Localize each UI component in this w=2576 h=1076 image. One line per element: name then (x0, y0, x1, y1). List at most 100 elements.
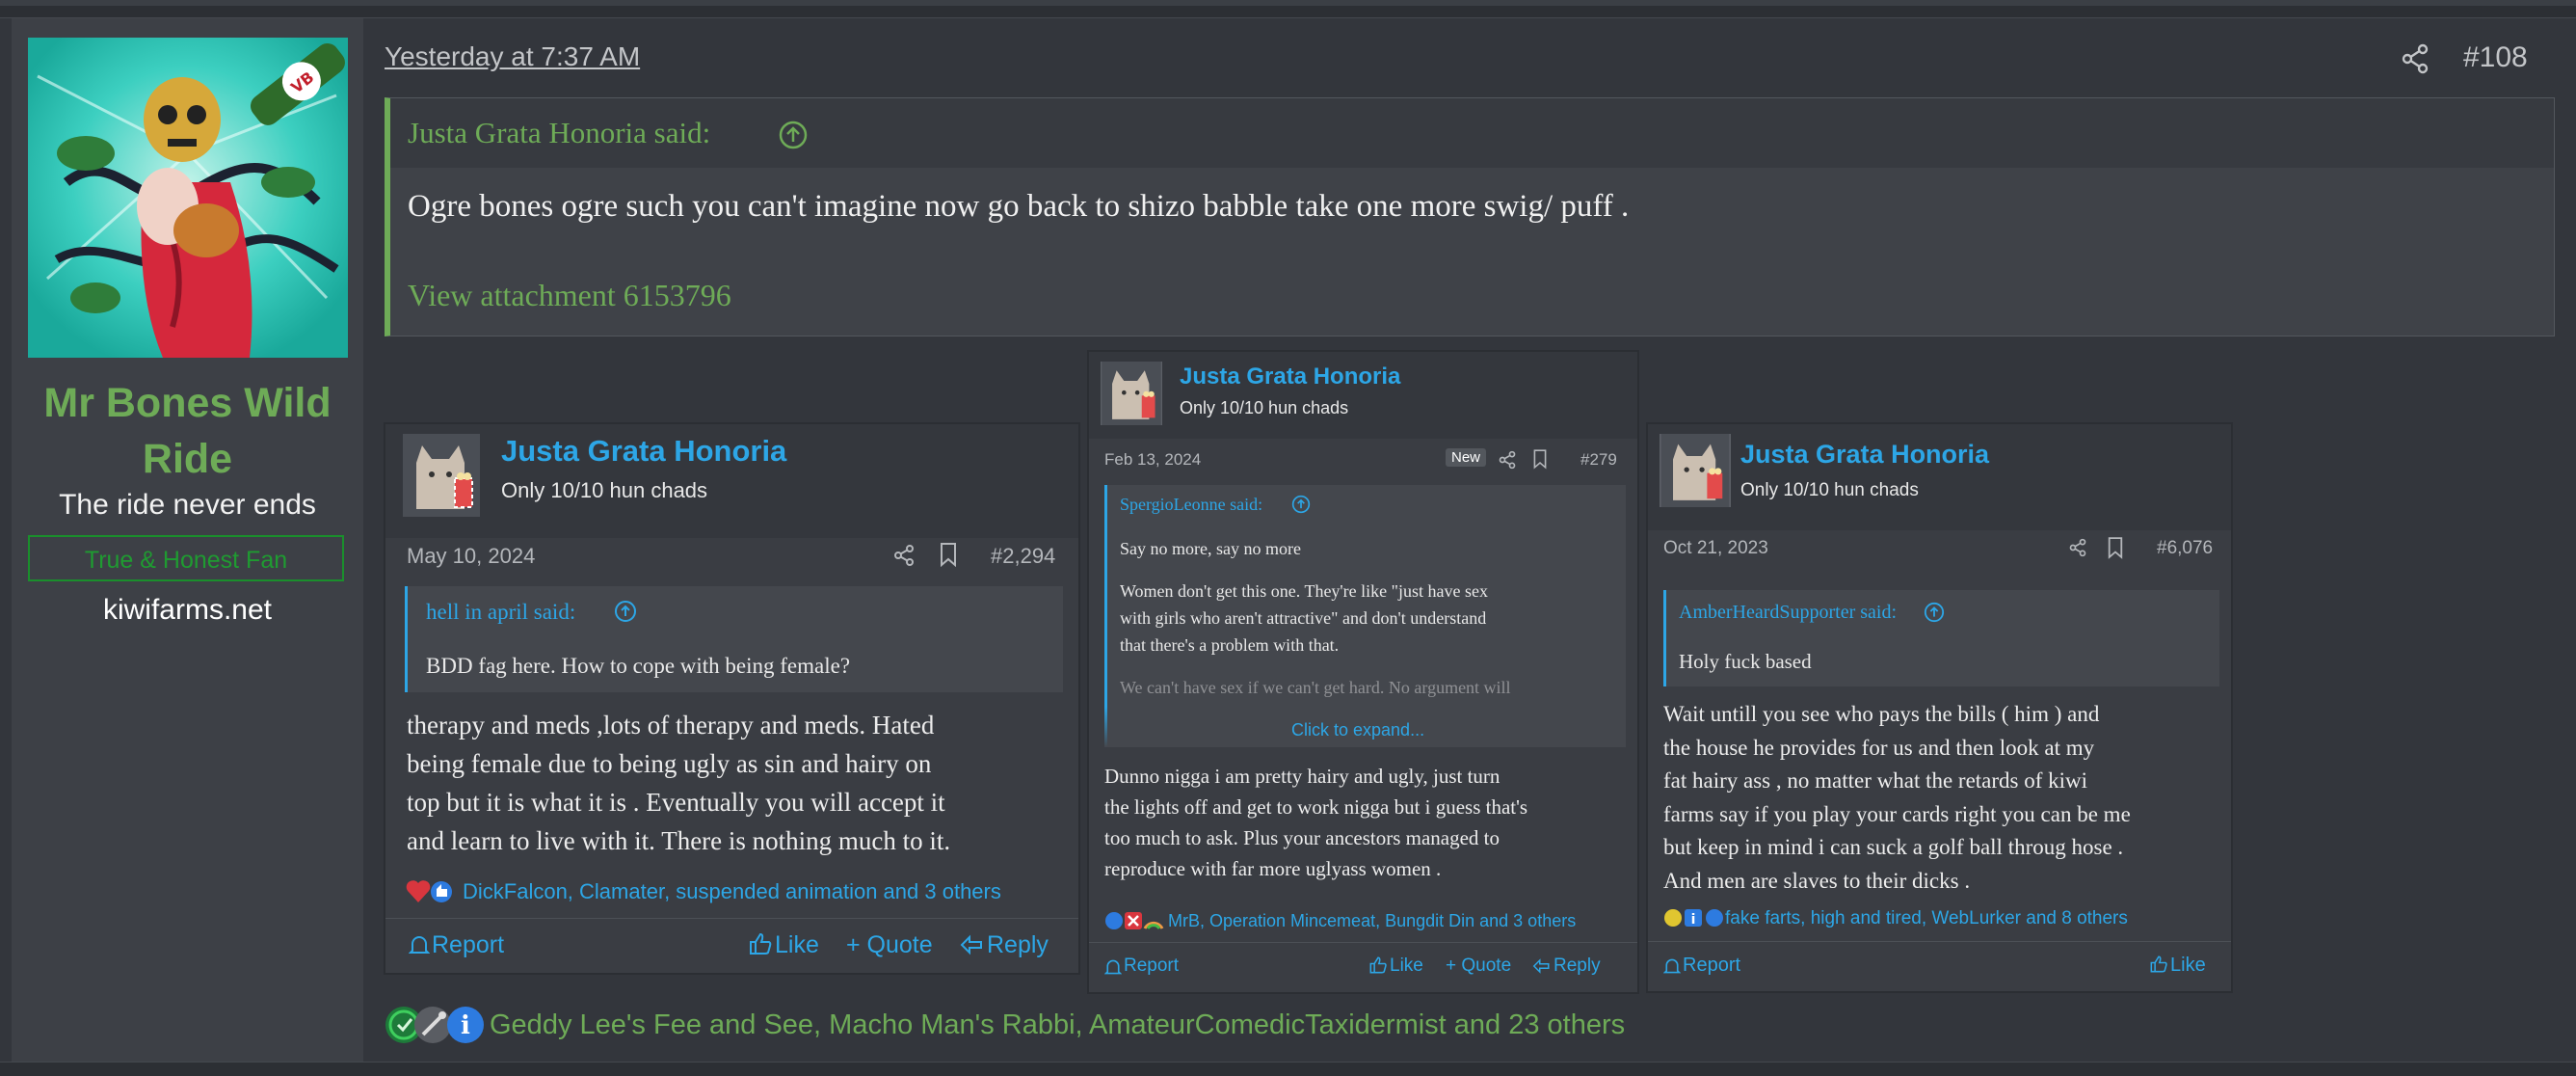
user-title: The ride never ends (59, 489, 316, 521)
reply-icon (960, 934, 982, 955)
quote-author-link[interactable]: Justa Grata Honoria said: (408, 116, 710, 150)
attached-quote-author: hell in april said: (426, 600, 576, 624)
arrow-up-circle-icon (1291, 495, 1311, 514)
post-main: Yesterday at 7:37 AM #108 Justa Grata Ho… (364, 18, 2576, 1062)
body-line: but keep in mind i can suck a golf ball … (1663, 835, 2124, 859)
attached-username: Justa Grata Honoria (1180, 363, 1401, 390)
quote-block: Justa Grata Honoria said: Ogre bones ogr… (385, 97, 2555, 336)
attached-post-number: #6,076 (2157, 538, 2214, 558)
bookmark-icon (1533, 449, 1547, 470)
attached-quote-text: BDD fag here. How to cope with being fem… (426, 654, 851, 678)
avatar[interactable]: VB (28, 38, 348, 358)
quote-line (1120, 659, 1511, 674)
attachment-image-1[interactable]: Justa Grata Honoria Only 10/10 hun chads… (384, 422, 1080, 975)
attached-user-title: Only 10/10 hun chads (1740, 480, 1919, 500)
body-line: therapy and meds ,lots of therapy and me… (407, 711, 935, 740)
report-label: Report (1683, 955, 1741, 976)
quote-line: Say no more, say no more (1120, 539, 1301, 558)
body-line: farms say if you play your cards right y… (1663, 801, 2131, 826)
click-to-expand: Click to expand... (1291, 720, 1425, 740)
reply-label: Reply (987, 931, 1049, 958)
attached-user-title: Only 10/10 hun chads (1180, 398, 1349, 417)
body-line: fat hairy ass , no matter what the retar… (1663, 768, 2088, 793)
like-label: Like (2170, 955, 2206, 976)
body-line: And men are slaves to their dicks . (1663, 868, 1971, 893)
quote-line: We can't have sex if we can't get hard. … (1120, 678, 1511, 697)
body-line: Dunno nigga i am pretty hairy and ugly, … (1104, 765, 1500, 788)
thumbs-up-icon (2150, 955, 2167, 973)
reply-label: Reply (1554, 955, 1601, 976)
arrow-up-circle-icon (615, 601, 636, 622)
bell-icon (1663, 958, 1681, 974)
quote-line (1120, 562, 1511, 578)
share-icon (894, 545, 914, 566)
username[interactable]: Mr Bones Wild Ride (21, 375, 354, 487)
attached-quote-text: Holy fuck based (1679, 650, 1812, 673)
reaction-icons (1105, 912, 1164, 929)
quote-header: Justa Grata Honoria said: (390, 98, 2554, 168)
attached-body: Dunno nigga i am pretty hairy and ugly, … (1104, 761, 1527, 884)
body-line: top but it is what it is . Eventually yo… (407, 788, 945, 817)
attached-post-number: #2,294 (991, 544, 1056, 568)
body-line: reproduce with far more uglyass women . (1104, 857, 1442, 880)
attachment-image-3[interactable]: Justa Grata Honoria Only 10/10 hun chads… (1646, 422, 2233, 993)
arrow-up-circle-icon (1924, 602, 1945, 623)
cat-icon (1660, 434, 1730, 507)
quote-line: with girls who aren't attractive" and do… (1120, 608, 1487, 628)
reaction-icons: i (385, 1007, 484, 1043)
body-line: the lights off and get to work nigga but… (1104, 795, 1528, 819)
report-label: Report (1124, 955, 1180, 976)
quote-label: + Quote (1446, 955, 1512, 976)
forum-post: VB Mr Bones Wild Ride The ride never end… (0, 17, 2576, 1063)
new-badge: New (1446, 448, 1487, 467)
attached-body: therapy and meds ,lots of therapy and me… (407, 706, 950, 860)
attached-username: Justa Grata Honoria (1740, 440, 1990, 469)
divider (385, 918, 1078, 919)
avatar-image: VB (28, 38, 348, 358)
attached-date: May 10, 2024 (407, 544, 536, 568)
reaction-icons: i (1664, 909, 1723, 928)
reactions-bar[interactable]: i (385, 1004, 485, 1046)
reaction-icons (406, 880, 452, 902)
quote-label: + Quote (846, 931, 933, 958)
cat-icon (1102, 362, 1161, 425)
arrow-up-circle-icon[interactable] (778, 120, 809, 150)
bell-icon (409, 936, 430, 954)
svg-text:i: i (461, 1011, 470, 1040)
attached-quote-author: AmberHeardSupporter said: (1679, 602, 1898, 623)
view-attachment-link[interactable]: View attachment 6153796 (408, 278, 731, 313)
bell-icon (1104, 959, 1122, 975)
like-label: Like (775, 931, 819, 958)
body-line: Wait untill you see who pays the bills (… (1663, 702, 2100, 726)
svg-text:i: i (1691, 912, 1696, 928)
quote-text: Ogre bones ogre such you can't imagine n… (408, 189, 1630, 224)
post-number-link[interactable]: #108 (2463, 41, 2528, 74)
attached-date: Oct 21, 2023 (1663, 538, 1768, 558)
report-label: Report (432, 931, 505, 958)
body-line: being female due to being ugly as sin an… (407, 749, 932, 778)
bookmark-icon (2108, 537, 2123, 559)
user-site: kiwifarms.net (102, 594, 273, 626)
attachment-image-2[interactable]: Justa Grata Honoria Only 10/10 hun chads… (1087, 350, 1639, 994)
thumbs-up-icon (750, 932, 772, 955)
cat-avatar (1660, 434, 1731, 507)
cat-icon (403, 434, 480, 517)
attached-body: Wait untill you see who pays the bills (… (1663, 698, 2131, 898)
attached-reactions: DickFalcon, Clamater, suspended animatio… (463, 879, 1001, 903)
body-line: too much to ask. Plus your ancestors man… (1104, 826, 1500, 849)
quote-line: that there's a problem with that. (1120, 635, 1340, 655)
body-line: and learn to live with it. There is noth… (407, 826, 951, 855)
user-sidebar: VB Mr Bones Wild Ride The ride never end… (12, 18, 363, 1062)
share-icon (1499, 450, 1516, 470)
share-icon[interactable] (2400, 43, 2430, 74)
divider (1648, 941, 2231, 942)
like-label: Like (1390, 955, 1423, 976)
attached-quote-author: SpergioLeonne said: (1120, 495, 1263, 514)
attached-reactions: MrB, Operation Mincemeat, Bungdit Din an… (1168, 911, 1577, 930)
reactions-list-link[interactable]: Geddy Lee's Fee and See, Macho Man's Rab… (490, 1009, 1625, 1041)
share-icon (2069, 538, 2086, 557)
attached-username: Justa Grata Honoria (501, 434, 787, 468)
post-date-link[interactable]: Yesterday at 7:37 AM (385, 41, 640, 72)
quote-line: Women don't get this one. They're like "… (1120, 581, 1488, 601)
cat-avatar (403, 434, 480, 517)
